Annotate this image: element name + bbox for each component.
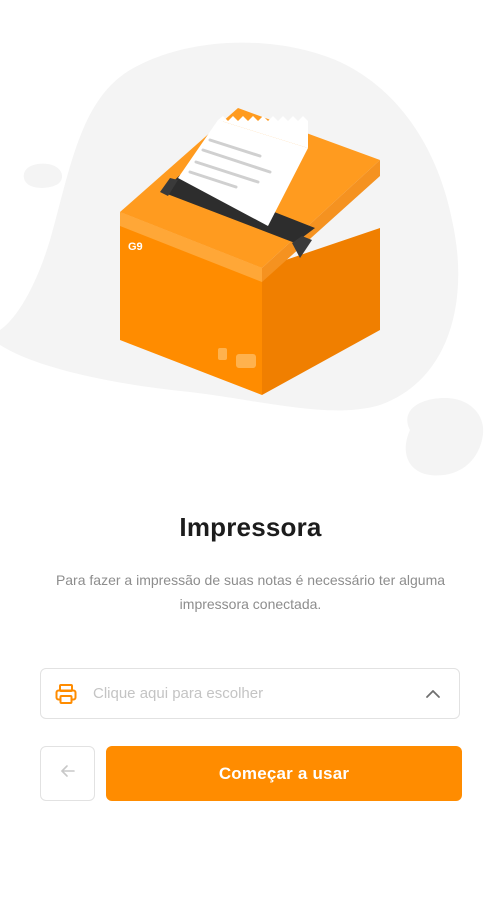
printer-select-placeholder: Clique aqui para escolher	[93, 685, 264, 702]
printer-icon	[53, 681, 79, 707]
printer-illustration: G9	[0, 42, 484, 476]
back-button[interactable]	[40, 746, 95, 801]
page-description: Para fazer a impressão de suas notas é n…	[55, 572, 446, 612]
page-title: Impressora	[179, 512, 322, 542]
start-button[interactable]: Começar a usar	[106, 746, 462, 801]
chevron-up-icon[interactable]	[423, 684, 443, 704]
background-blob-right	[405, 398, 484, 476]
background-blob-small	[23, 163, 63, 188]
arrow-left-icon	[59, 762, 77, 785]
brand-mark: G9	[128, 241, 143, 253]
printer-select[interactable]: Clique aqui para escolher	[40, 668, 460, 719]
printer-setup-screen: G9 Impressora Para fazer a impressão de …	[0, 0, 501, 900]
printer-button	[236, 354, 256, 368]
printer-led	[218, 348, 227, 360]
